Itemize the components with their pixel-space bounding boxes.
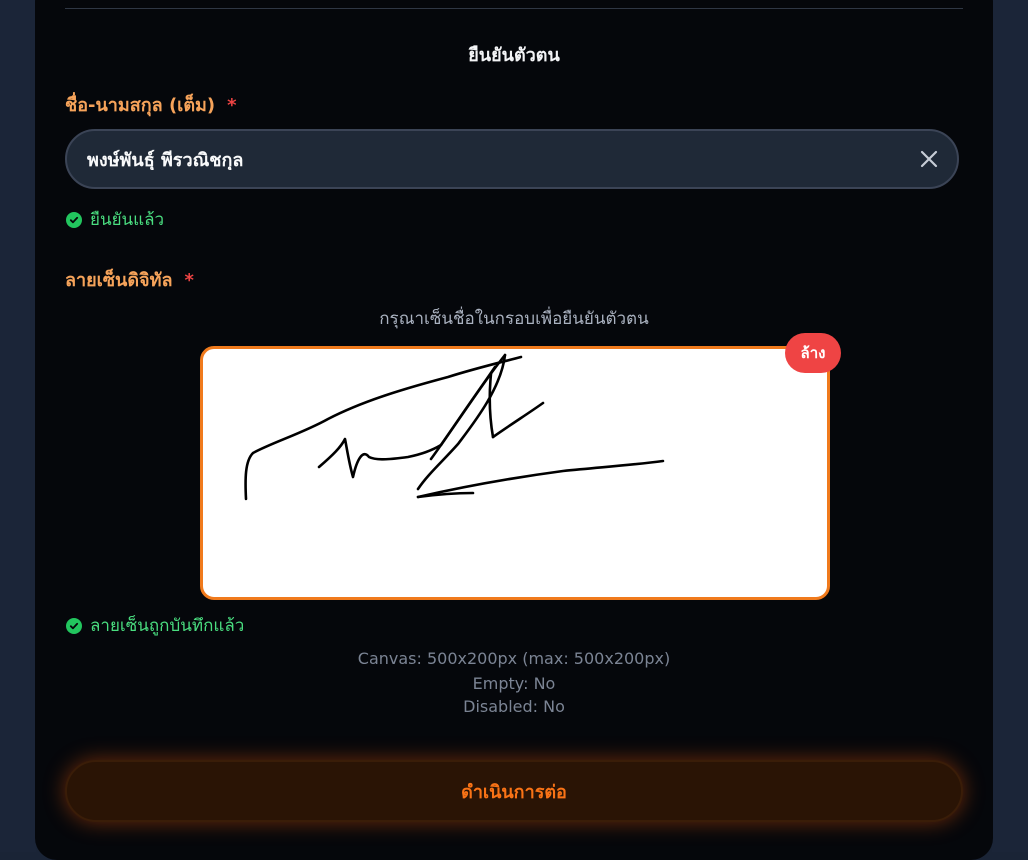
- name-field[interactable]: [65, 129, 959, 189]
- top-divider: [65, 8, 963, 9]
- name-label: ชื่อ-นามสกุล (เต็ม) *: [65, 90, 237, 119]
- required-mark: *: [184, 270, 194, 291]
- close-icon[interactable]: [901, 131, 957, 187]
- debug-disabled: Disabled: No: [463, 697, 565, 716]
- check-circle-icon: [66, 211, 82, 228]
- section-title: ยืนยันตัวตน: [468, 45, 560, 66]
- debug-canvas-size: Canvas: 500x200px (max: 500x200px): [357, 649, 671, 668]
- continue-button[interactable]: ดำเนินการต่อ: [65, 760, 963, 822]
- required-mark: *: [227, 95, 237, 116]
- name-input[interactable]: [67, 148, 901, 170]
- background-left: [0, 0, 36, 852]
- background-right: [992, 0, 1028, 852]
- name-label-text: ชื่อ-นามสกุล (เต็ม): [65, 95, 216, 116]
- signature-canvas[interactable]: [200, 346, 830, 600]
- name-status: ยืนยันแล้ว: [66, 206, 164, 233]
- signature-status: ลายเซ็นถูกบันทึกแล้ว: [66, 612, 244, 639]
- signature-label: ลายเซ็นดิจิทัล *: [65, 265, 194, 294]
- signature-label-text: ลายเซ็นดิจิทัล: [65, 270, 173, 291]
- name-status-text: ยืนยันแล้ว: [90, 210, 165, 230]
- clear-signature-button[interactable]: ล้าง: [785, 333, 841, 373]
- debug-empty: Empty: No: [472, 674, 556, 693]
- signature-drawing: [244, 353, 665, 501]
- signature-status-text: ลายเซ็นถูกบันทึกแล้ว: [90, 616, 245, 636]
- check-circle-icon: [66, 617, 82, 634]
- signature-hint: กรุณาเซ็นชื่อในกรอบเพื่อยืนยันตัวตน: [379, 309, 649, 329]
- close-icon-svg: [920, 150, 938, 168]
